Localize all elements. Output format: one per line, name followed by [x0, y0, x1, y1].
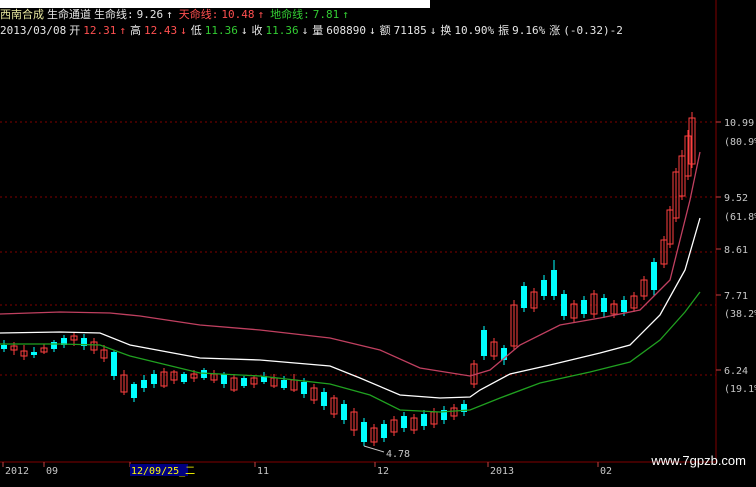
price-tick-label: (80.9%) [724, 137, 756, 148]
price-tick-label: (38.2%) [724, 309, 756, 320]
candle-body [31, 352, 37, 355]
candle-body [281, 380, 287, 388]
candle-body [601, 298, 607, 312]
price-grid [0, 0, 717, 463]
time-tick-label: 12 [377, 466, 389, 477]
candle-body [561, 294, 567, 316]
candle-body [551, 270, 557, 296]
kline-chart[interactable]: 10.99 (80.9%) 9.52 (61.8%) 8.61 7.71 (38.2%) 6.… [0, 0, 756, 487]
candle-body [131, 384, 137, 398]
price-tick-label: 8.61 [724, 245, 748, 256]
candle-body [361, 422, 367, 442]
candle-body [401, 416, 407, 428]
candle-body [1, 345, 7, 349]
candle-body [321, 392, 327, 406]
candle-body [481, 330, 487, 356]
candle-body [581, 300, 587, 314]
low-point-label: 4.78 [386, 449, 410, 460]
price-tick-label: 9.52 [724, 193, 748, 204]
candle-body [111, 352, 117, 376]
channel-lines [0, 151, 701, 413]
candle-body [341, 404, 347, 420]
candle-body [141, 380, 147, 388]
candle-body [51, 342, 57, 349]
candle-body [201, 370, 207, 378]
sky-line [0, 151, 701, 377]
annotation-leader [363, 445, 385, 453]
price-tick-label: 10.99 [724, 118, 754, 129]
time-tick-label: 02 [600, 466, 612, 477]
candle-body [151, 374, 157, 384]
candle-body [241, 378, 247, 386]
candle-body [621, 300, 627, 312]
price-tick-label: (19.1%) [724, 384, 756, 395]
price-tick-label: 7.71 [724, 291, 748, 302]
candle-body [651, 262, 657, 290]
candlestick-series [1, 112, 696, 446]
time-tick-label: 11 [257, 466, 269, 477]
annotations: 4.78 [363, 445, 410, 460]
price-tick-label: 6.24 [724, 366, 748, 377]
candle-body [301, 382, 307, 394]
watermark: www.7gpzb.com [651, 453, 746, 468]
candle-body [381, 424, 387, 438]
candle-body [181, 374, 187, 382]
time-tick-label: 09 [46, 466, 58, 477]
candle-body [521, 286, 527, 308]
time-tick-label: 2012 [5, 466, 29, 477]
price-tick-label: (61.8%) [724, 212, 756, 223]
candle-body [541, 280, 547, 296]
time-tick-label: 12/09/25_二 [131, 466, 195, 477]
time-tick-label: 2013 [490, 466, 514, 477]
time-axis: 2012 09 12/09/25_二 11 12 2013 02 [2, 462, 612, 477]
candle-body [221, 374, 227, 384]
candle-body [421, 414, 427, 426]
price-axis: 10.99 (80.9%) 9.52 (61.8%) 8.61 7.71 (38.2%) 6.… [716, 118, 756, 395]
earth-line [0, 291, 701, 413]
